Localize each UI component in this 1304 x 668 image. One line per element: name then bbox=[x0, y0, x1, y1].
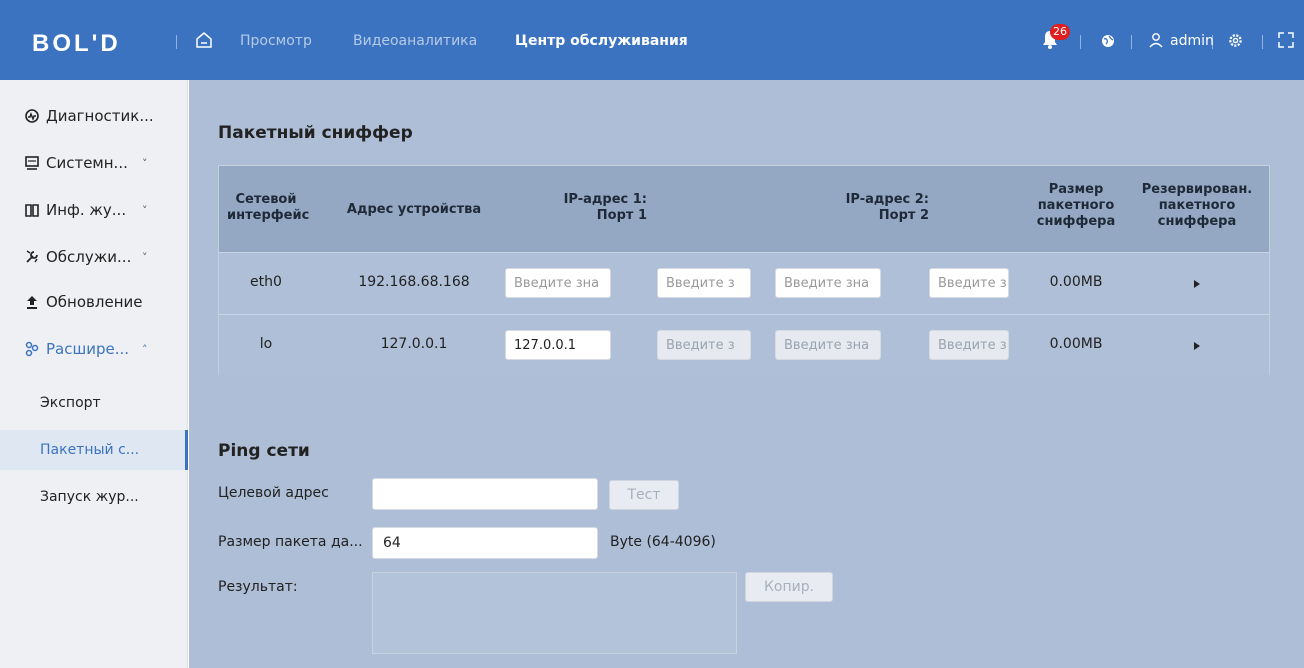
cell-size: 0.00MB bbox=[1049, 336, 1103, 352]
header-line: сниффера bbox=[1036, 214, 1116, 229]
port1-input[interactable]: Введите з bbox=[657, 330, 751, 360]
header-line: Порт 1 bbox=[596, 208, 647, 223]
sidebar-item-label: Расшире... bbox=[46, 340, 130, 358]
copy-button[interactable]: Копир. bbox=[745, 572, 833, 602]
header-line: IP-адрес 2: bbox=[845, 192, 929, 207]
cell-address: 127.0.0.1 bbox=[380, 336, 448, 352]
header-line: IP-адрес 1: bbox=[563, 192, 647, 207]
header-backup: Резервирован. пакетного сниффера bbox=[1137, 182, 1257, 230]
cell-size: 0.00MB bbox=[1049, 274, 1103, 290]
extension-icon bbox=[24, 341, 40, 357]
sidebar-item-upgrade[interactable]: Обновление bbox=[0, 284, 188, 320]
packet-size-hint: Byte (64-4096) bbox=[610, 534, 716, 550]
packet-size-input[interactable]: 64 bbox=[372, 527, 598, 559]
header-interface: Сетевой интерфейс bbox=[227, 192, 310, 224]
page-title: Пакетный сниффер bbox=[218, 123, 413, 143]
upgrade-icon bbox=[24, 294, 40, 310]
chevron-down-icon: ˅ bbox=[142, 156, 148, 170]
table-row: eth0 192.168.68.168 Введите зна Введите … bbox=[219, 252, 1269, 314]
target-address-input[interactable] bbox=[372, 478, 598, 510]
header-line: Порт 2 bbox=[878, 208, 929, 223]
sidebar-subitem-label: Экспорт bbox=[40, 395, 101, 411]
chevron-up-icon: ˄ bbox=[142, 342, 148, 356]
play-icon[interactable] bbox=[1194, 342, 1200, 350]
monitor-icon bbox=[24, 155, 40, 171]
sidebar-item-label: Системн... bbox=[46, 154, 128, 172]
ip2-input[interactable]: Введите зна bbox=[775, 330, 881, 360]
sidebar-subitem-label: Пакетный с... bbox=[40, 442, 140, 458]
port1-input[interactable]: Введите з bbox=[657, 268, 751, 298]
divider bbox=[176, 35, 177, 49]
wrench-icon bbox=[24, 249, 40, 265]
home-icon[interactable] bbox=[195, 31, 213, 49]
username[interactable]: admin bbox=[1170, 33, 1214, 49]
header-ip1: IP-адрес 1: Порт 1 bbox=[507, 192, 647, 224]
book-icon bbox=[24, 202, 40, 218]
packet-size-label: Размер пакета да... bbox=[218, 534, 363, 550]
chevron-down-icon: ˅ bbox=[142, 250, 148, 264]
settings-gear-icon[interactable] bbox=[1228, 33, 1243, 48]
cell-interface: eth0 bbox=[250, 274, 282, 290]
header-device-address: Адрес устройства bbox=[346, 202, 482, 217]
header-line: Резервирован. bbox=[1141, 182, 1253, 197]
target-address-label: Целевой адрес bbox=[218, 485, 329, 501]
sidebar-item-logs[interactable]: Инф. жу... ˅ bbox=[0, 192, 188, 228]
nav-video-analytics[interactable]: Видеоаналитика bbox=[353, 33, 477, 49]
sidebar-subitem-log-launch[interactable]: Запуск жур... bbox=[0, 479, 188, 515]
sidebar-item-extensions[interactable]: Расшире... ˄ bbox=[0, 331, 188, 367]
table-row: lo 127.0.0.1 127.0.0.1 Введите з Введите… bbox=[219, 314, 1269, 376]
table-header: Сетевой интерфейс Адрес устройства IP-ад… bbox=[219, 166, 1269, 252]
header-line: сниффера bbox=[1157, 214, 1237, 229]
active-indicator bbox=[185, 430, 188, 470]
user-icon[interactable] bbox=[1148, 32, 1164, 48]
header-line: Размер bbox=[1048, 182, 1104, 197]
ip1-input[interactable]: Введите зна bbox=[505, 268, 611, 298]
header-line: Сетевой bbox=[235, 192, 297, 207]
divider bbox=[1212, 35, 1213, 49]
ip2-input[interactable]: Введите зна bbox=[775, 268, 881, 298]
port2-input[interactable]: Введите з bbox=[929, 330, 1009, 360]
header-size: Размер пакетного сниффера bbox=[1031, 182, 1121, 230]
brand-logo: BOL'D bbox=[32, 30, 121, 57]
divider bbox=[1080, 35, 1081, 49]
sidebar-item-diagnostics[interactable]: Диагностик... bbox=[0, 98, 188, 134]
divider bbox=[1131, 35, 1132, 49]
sidebar-subitem-label: Запуск жур... bbox=[40, 489, 139, 505]
ping-section-title: Ping сети bbox=[218, 441, 310, 461]
sidebar-item-system[interactable]: Системн... ˅ bbox=[0, 145, 188, 181]
nav-service-center[interactable]: Центр обслуживания bbox=[515, 33, 688, 49]
sidebar-subitem-packet-sniffer[interactable]: Пакетный с... bbox=[0, 430, 188, 470]
sidebar-item-label: Обновление bbox=[46, 293, 143, 311]
header-line: пакетного bbox=[1158, 198, 1236, 213]
cell-interface: lo bbox=[259, 336, 273, 352]
cell-address: 192.168.68.168 bbox=[358, 274, 470, 290]
sidebar-item-label: Обслужи... bbox=[46, 248, 132, 266]
notification-count-badge: 26 bbox=[1050, 24, 1070, 40]
port2-input[interactable]: Введите з bbox=[929, 268, 1009, 298]
sidebar-subitem-export[interactable]: Экспорт bbox=[0, 385, 188, 421]
sidebar-item-label: Диагностик... bbox=[46, 107, 154, 125]
sidebar-item-label: Инф. жу... bbox=[46, 201, 127, 219]
result-label: Результат: bbox=[218, 579, 298, 595]
divider bbox=[1262, 35, 1263, 49]
nav-view[interactable]: Просмотр bbox=[240, 33, 312, 49]
ip1-input[interactable]: 127.0.0.1 bbox=[505, 330, 611, 360]
fullscreen-icon[interactable] bbox=[1278, 32, 1294, 48]
diagnostics-icon bbox=[24, 108, 40, 124]
main-content: Пакетный сниффер Сетевой интерфейс Адрес… bbox=[189, 80, 1304, 668]
header-line: пакетного bbox=[1037, 198, 1115, 213]
top-bar: BOL'D Просмотр Видеоаналитика Центр обсл… bbox=[0, 0, 1304, 80]
test-button[interactable]: Тест bbox=[609, 480, 679, 510]
result-textarea[interactable] bbox=[372, 572, 737, 654]
header-line: интерфейс bbox=[227, 208, 310, 223]
header-ip2: IP-адрес 2: Порт 2 bbox=[779, 192, 929, 224]
chevron-down-icon: ˅ bbox=[142, 203, 148, 217]
sniffer-table: Сетевой интерфейс Адрес устройства IP-ад… bbox=[218, 165, 1270, 376]
sidebar-item-maintenance[interactable]: Обслужи... ˅ bbox=[0, 239, 188, 275]
play-icon[interactable] bbox=[1194, 280, 1200, 288]
globe-icon[interactable] bbox=[1101, 34, 1115, 48]
sidebar: Диагностик... Системн... ˅ Инф. жу... ˅ … bbox=[0, 80, 188, 668]
